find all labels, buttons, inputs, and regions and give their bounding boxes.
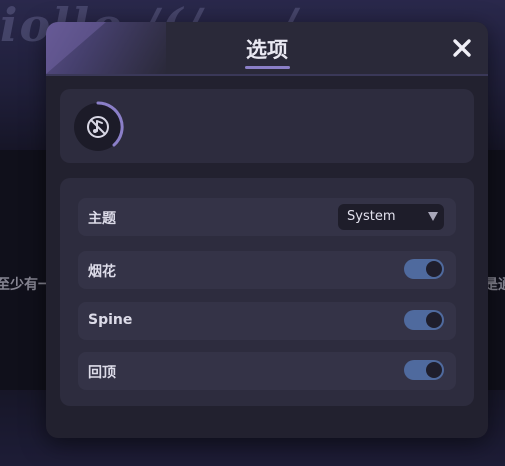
settings-card: 主题 System 烟花 Spine 回顶 [60, 178, 474, 406]
fireworks-toggle[interactable] [404, 259, 444, 279]
spine-toggle[interactable] [404, 310, 444, 330]
setting-row-recap: 回顶 [78, 352, 456, 390]
dialog-title: 选项 [246, 38, 288, 62]
close-button[interactable] [450, 36, 474, 60]
theme-label: 主题 [88, 211, 116, 227]
profile-card [60, 89, 474, 163]
close-icon [453, 39, 471, 57]
spine-label: Spine [88, 312, 133, 328]
toggle-knob [426, 362, 442, 378]
no-music-icon [74, 101, 124, 151]
recap-label: 回顶 [88, 365, 116, 381]
setting-row-fireworks: 烟花 [78, 251, 456, 289]
title-underline [245, 66, 290, 69]
toggle-knob [426, 312, 442, 328]
theme-select-value: System [347, 209, 396, 224]
fireworks-label: 烟花 [88, 264, 116, 280]
setting-row-theme: 主题 System [78, 198, 456, 236]
options-dialog: 选项 主题 System 烟花 Spine 回顶 [46, 22, 488, 438]
setting-row-spine: Spine [78, 302, 456, 340]
toggle-knob [426, 261, 442, 277]
theme-select[interactable]: System [338, 204, 444, 230]
recap-toggle[interactable] [404, 360, 444, 380]
dialog-header: 选项 [46, 22, 488, 76]
audio-toggle-button[interactable] [72, 101, 124, 153]
chevron-down-icon [428, 212, 438, 221]
